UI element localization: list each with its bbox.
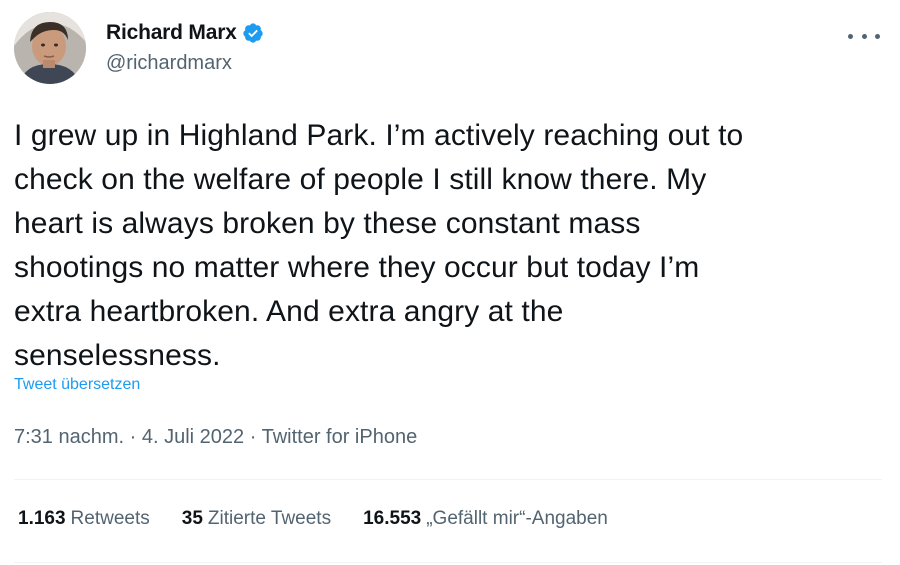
avatar[interactable] — [14, 12, 86, 84]
divider — [14, 479, 882, 480]
tweet-line: senselessness. — [14, 339, 221, 372]
translate-tweet-link[interactable]: Tweet übersetzen — [14, 376, 140, 394]
author-handle[interactable]: @richardmarx — [106, 52, 264, 75]
likes-stat[interactable]: 16.553 „Gefällt mir“-Angaben — [363, 508, 608, 530]
tweet-text: I grew up in Highland Park. I’m actively… — [14, 114, 884, 378]
tweet-time[interactable]: 7:31 nachm. — [14, 426, 124, 448]
more-dot — [875, 33, 880, 39]
divider — [14, 562, 882, 563]
avatar-portrait-icon — [14, 12, 86, 84]
quotes-count: 35 — [181, 508, 203, 529]
tweet-meta: 7:31 nachm. · 4. Juli 2022 · Twitter for… — [14, 426, 417, 449]
meta-separator: · — [244, 426, 262, 448]
author-name[interactable]: Richard Marx — [106, 21, 237, 45]
likes-count: 16.553 — [363, 508, 422, 529]
retweets-label: Retweets — [70, 508, 150, 529]
verified-badge-icon — [242, 22, 264, 44]
tweet-line: I grew up in Highland Park. I’m actively… — [14, 119, 744, 152]
tweet-line: heart is always broken by these constant… — [14, 207, 641, 240]
quotes-label: Zitierte Tweets — [207, 508, 332, 529]
more-dot — [848, 33, 853, 39]
tweet-line: extra heartbroken. And extra angry at th… — [14, 295, 564, 328]
likes-label: „Gefällt mir“-Angaben — [426, 508, 608, 529]
quotes-stat[interactable]: 35 Zitierte Tweets — [182, 508, 331, 530]
more-options-icon[interactable] — [848, 26, 880, 46]
more-dot — [861, 33, 867, 39]
tweet-date[interactable]: 4. Juli 2022 — [142, 426, 244, 448]
tweet-line: check on the welfare of people I still k… — [14, 163, 707, 196]
tweet-header: Richard Marx @richardmarx — [14, 12, 886, 88]
author-info: Richard Marx @richardmarx — [106, 20, 264, 75]
tweet-line: shootings no matter where they occur but… — [14, 251, 700, 284]
tweet-stats: 1.163 Retweets 35 Zitierte Tweets 16.553 „G… — [18, 508, 640, 530]
retweets-count: 1.163 — [18, 508, 66, 529]
tweet-source[interactable]: Twitter for iPhone — [262, 426, 418, 448]
retweets-stat[interactable]: 1.163 Retweets — [18, 508, 150, 530]
meta-separator: · — [124, 426, 142, 448]
